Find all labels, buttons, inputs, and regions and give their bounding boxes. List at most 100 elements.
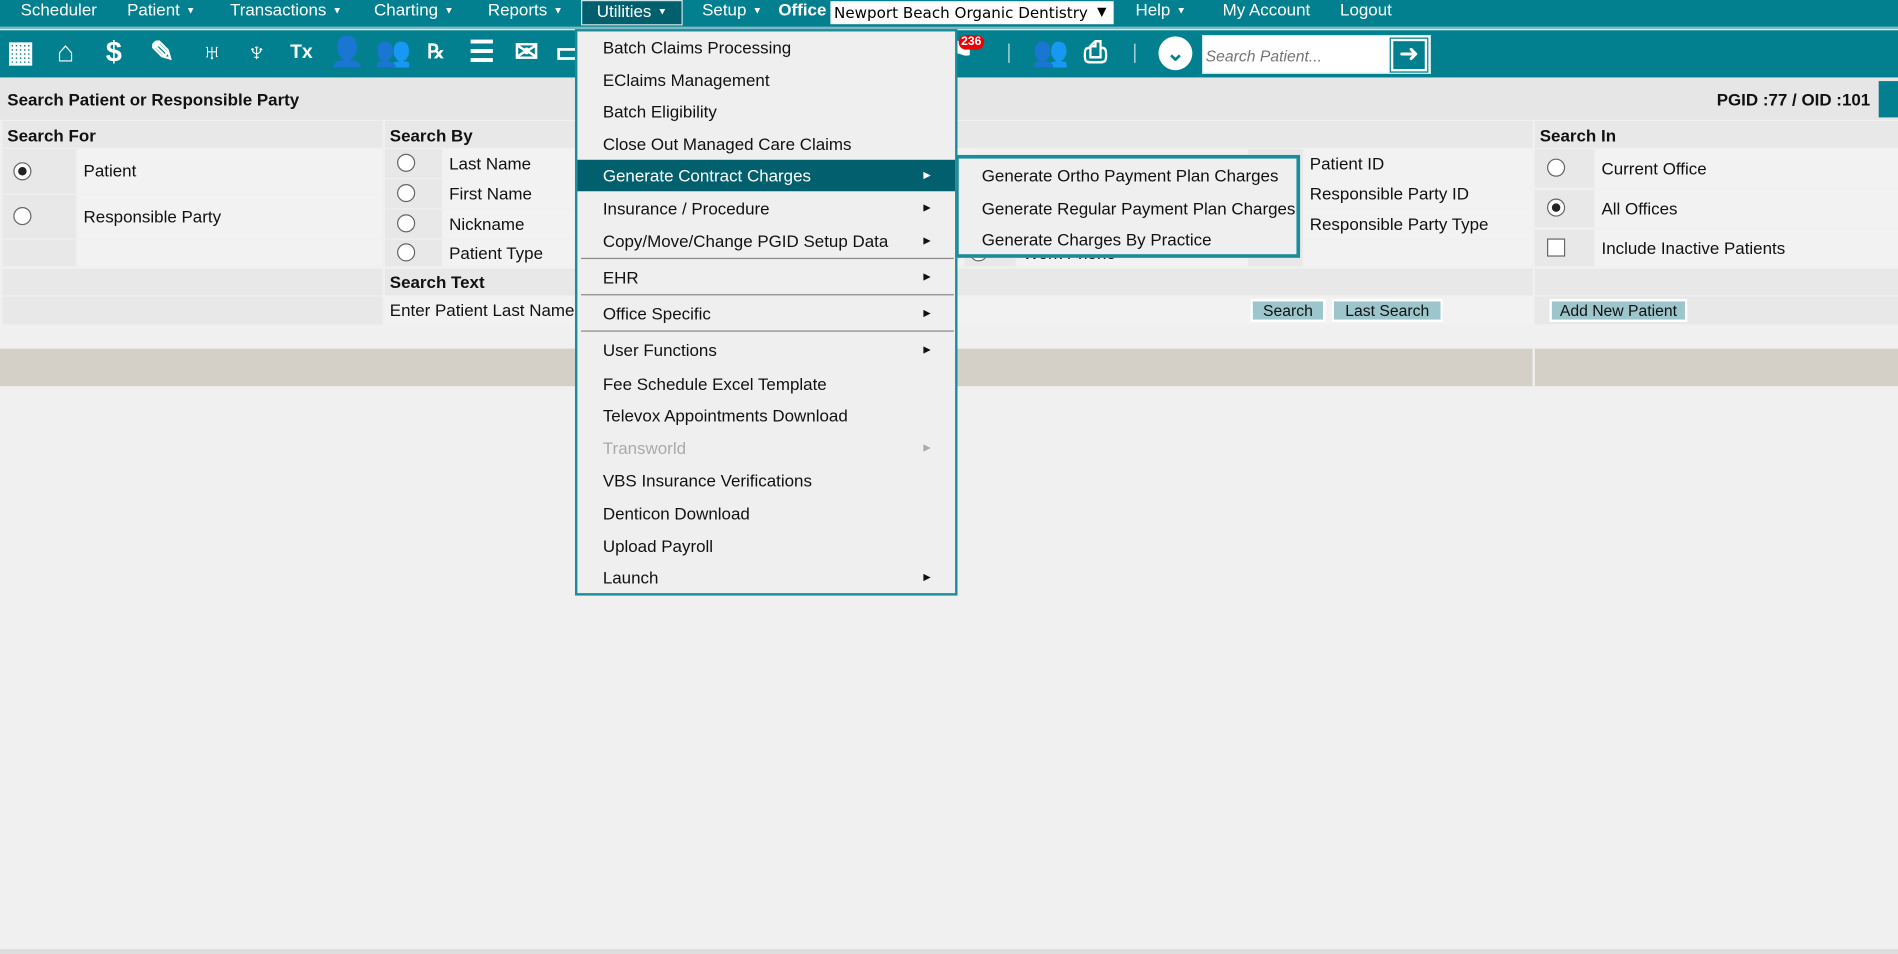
label-responsible-party-type: Responsible Party Type [1303,209,1533,239]
search-text-row: Enter Patient Last Name: Search Last Sea… [384,296,1533,325]
menu-item-ehr[interactable]: EHR ▶ [577,261,955,292]
label-responsible-party-id: Responsible Party ID [1303,179,1533,209]
label-patient: Patient [77,148,383,194]
horizontal-scrollbar[interactable] [0,949,1898,954]
nav-charting[interactable]: Charting ▼ [374,0,454,25]
mail-icon[interactable]: ✉ [510,36,544,70]
nav-help[interactable]: Help ▼ [1135,0,1186,25]
caret-down-icon: ▼ [185,4,196,16]
menu-item-label: Close Out Managed Care Claims [602,133,852,154]
utilities-menu: Batch Claims Processing EClaims Managemen… [574,29,958,596]
radio-nickname[interactable] [397,214,416,233]
calendar-icon[interactable]: ▦ [4,36,38,70]
expand-icon[interactable]: ⌄ [1158,36,1193,71]
add-family-icon[interactable]: 👥 [375,36,411,70]
nav-transactions[interactable]: Transactions ▼ [230,0,342,25]
search-button[interactable]: Search [1250,298,1326,322]
nav-utilities[interactable]: Utilities ▼ [581,0,683,26]
menu-item-close-out-managed-care-claims[interactable]: Close Out Managed Care Claims [577,128,955,159]
nav-scheduler[interactable]: Scheduler [21,0,97,25]
menu-item-user-functions[interactable]: User Functions ▶ [577,333,955,364]
caret-down-icon: ▼ [332,4,343,16]
divider [1134,43,1136,63]
menu-item-batch-eligibility[interactable]: Batch Eligibility [577,96,955,127]
menu-item-label: Insurance / Procedure [602,198,770,218]
radio-patient[interactable] [13,162,32,181]
menu-item-label: User Functions [602,339,717,359]
nav-logout[interactable]: Logout [1340,0,1392,25]
cell: Add New Patient [1534,296,1898,325]
generate-contract-charges-submenu: Generate Ortho Payment Plan Charges Gener… [955,154,1301,258]
submenu-item-generate-ortho-payment-plan-charges[interactable]: Generate Ortho Payment Plan Charges [959,160,1297,192]
caret-down-icon: ▼ [444,4,454,16]
notes-edit-icon[interactable]: ✎ [145,36,179,70]
nav-reports[interactable]: Reports ▼ [488,0,563,25]
menu-item-televox-appointments-download[interactable]: Televox Appointments Download [577,399,955,430]
menu-item-eclaims-management[interactable]: EClaims Management [577,64,955,95]
menu-item-vbs-insurance-verifications[interactable]: VBS Insurance Verifications [577,464,955,495]
menu-item-launch[interactable]: Launch ▶ [577,562,955,593]
patient-search: ➜ [1202,35,1431,74]
arrow-right-icon[interactable]: ➜ [1389,37,1429,73]
menu-item-transworld: Transworld ▶ [577,432,955,463]
last-search-button[interactable]: Last Search [1331,298,1443,322]
patient-search-input[interactable] [1205,43,1388,68]
menu-item-insurance-procedure[interactable]: Insurance / Procedure ▶ [577,192,955,223]
caret-down-icon: ▼ [752,4,763,16]
nav-my-account[interactable]: My Account [1223,0,1311,25]
menu-item-fee-schedule-excel-template[interactable]: Fee Schedule Excel Template [577,367,955,398]
office-select[interactable]: Newport Beach Organic Dentistry ▼ [830,1,1114,25]
menu-item-label: Transworld [602,437,687,457]
nav-patient[interactable]: Patient ▼ [127,0,195,25]
cell [77,239,383,267]
billing-icon[interactable]: $ [97,36,131,70]
radio-first-name[interactable] [397,183,416,203]
print-scan-icon[interactable]: ⎙ [1079,36,1113,70]
print-icon[interactable] [1878,81,1898,118]
menu-item-generate-contract-charges[interactable]: Generate Contract Charges ▶ [577,159,956,192]
label-current-office: Current Office [1595,148,1898,188]
users-icon[interactable]: 👥 [1033,36,1069,70]
radio-current-office[interactable] [1547,158,1566,177]
submenu-arrow-icon: ▶ [923,307,931,319]
label-all-offices: All Offices [1595,190,1898,228]
treatment-plan-icon[interactable]: Tx [284,36,318,70]
page-title: Search Patient or Responsible Party [7,89,300,109]
submenu-item-generate-charges-by-practice[interactable]: Generate Charges By Practice [959,224,1297,256]
submenu-arrow-icon: ▶ [923,169,931,181]
add-patient-icon[interactable]: 👤 [329,36,365,70]
crown-tooth-icon[interactable]: ♆ [240,36,274,70]
include-inactive-checkbox[interactable] [1547,238,1566,257]
search-by-header: Search By [384,121,1533,148]
menu-item-copy-move-change-pgid-setup-data[interactable]: Copy/Move/Change PGID Setup Data ▶ [577,225,955,256]
pgid-oid: PGID :77 / OID :101 [1716,89,1871,109]
prescription-icon[interactable]: ℞ [419,36,453,70]
menu-divider [581,294,954,296]
menu-item-denticon-download[interactable]: Denticon Download [577,497,955,528]
nav-setup[interactable]: Setup ▼ [702,0,762,25]
radio-patient-type[interactable] [397,243,416,262]
submenu-item-generate-regular-payment-plan-charges[interactable]: Generate Regular Payment Plan Charges [959,192,1297,224]
cell [1534,229,1595,267]
radio-responsible-party[interactable] [13,206,32,226]
cell [1303,239,1533,267]
home-icon[interactable]: ⌂ [48,36,82,70]
cell [2,239,77,267]
radio-all-offices[interactable] [1547,198,1566,217]
cell [2,268,383,296]
tooth-icon[interactable]: ♅ [195,36,229,70]
radio-last-name[interactable] [397,153,416,172]
label-patient-id: Patient ID [1303,148,1533,178]
notepad-icon[interactable]: ☰ [465,36,499,70]
menu-item-upload-payroll[interactable]: Upload Payroll [577,530,955,561]
top-nav: Scheduler Patient ▼ Transactions ▼ Chartin… [0,0,1898,30]
menu-item-batch-claims-processing[interactable]: Batch Claims Processing [577,31,955,62]
office-label: Office [778,0,827,20]
menu-item-office-specific[interactable]: Office Specific ▶ [577,298,955,329]
label-include-inactive: Include Inactive Patients [1595,229,1898,267]
submenu-arrow-icon: ▶ [923,271,931,283]
submenu-arrow-icon: ▶ [923,234,931,246]
add-new-patient-button[interactable]: Add New Patient [1549,298,1688,322]
menu-divider [581,257,954,260]
search-text-header: Search Text [384,268,1533,296]
